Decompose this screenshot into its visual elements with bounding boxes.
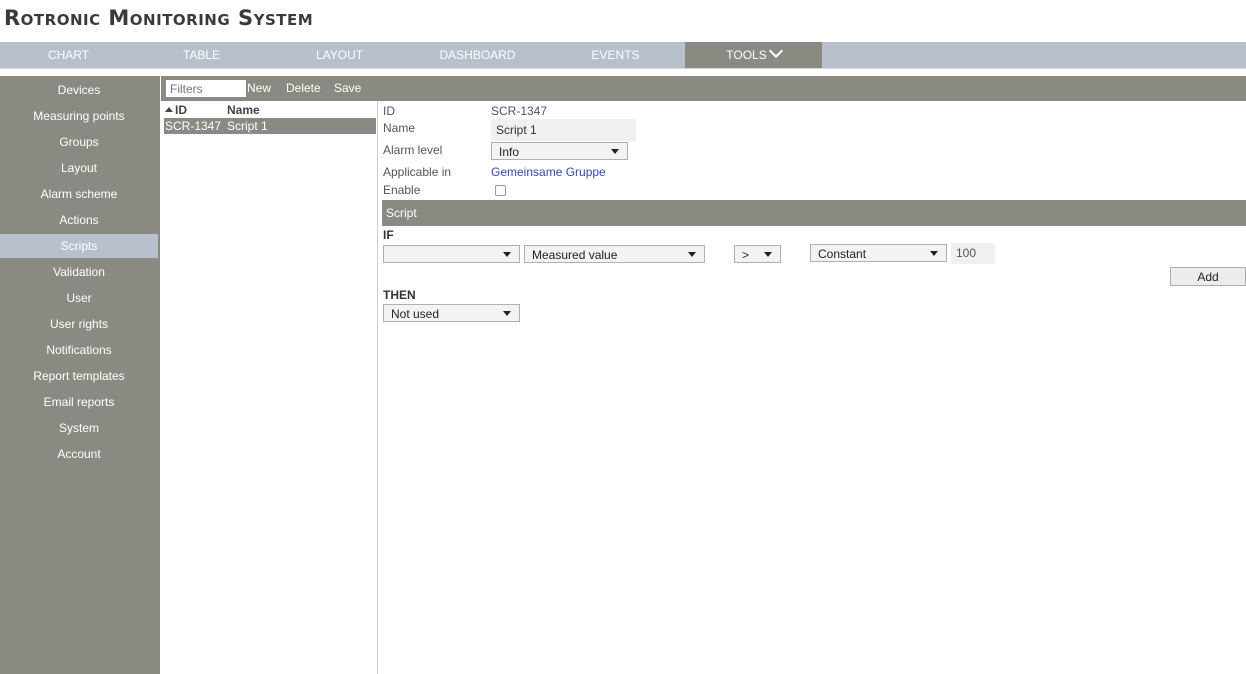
if-compare-type-select[interactable]: Constant: [810, 244, 947, 262]
sidebar-item-report-templates[interactable]: Report templates: [0, 364, 158, 388]
name-field[interactable]: [491, 119, 636, 141]
table-row[interactable]: SCR-1347 Script 1: [164, 118, 376, 134]
column-header-id[interactable]: ID: [175, 103, 187, 117]
sidebar-item-devices[interactable]: Devices: [0, 78, 158, 102]
top-navigation: CHART TABLE LAYOUT DASHBOARD EVENTS TOOL…: [0, 42, 1246, 69]
sidebar-item-validation[interactable]: Validation: [0, 260, 158, 284]
alarm-level-label: Alarm level: [383, 143, 443, 157]
sidebar-item-user[interactable]: User: [0, 286, 158, 310]
sidebar-item-system[interactable]: System: [0, 416, 158, 440]
new-button[interactable]: New: [247, 81, 271, 95]
if-constant-field[interactable]: 100: [951, 243, 995, 264]
id-value: SCR-1347: [491, 104, 548, 118]
then-action-select[interactable]: Not used: [383, 304, 520, 322]
sidebar-item-actions[interactable]: Actions: [0, 208, 158, 232]
dropdown-arrow-icon: [688, 252, 696, 257]
then-action-value: Not used: [391, 307, 440, 321]
enable-checkbox[interactable]: [495, 185, 506, 196]
sidebar-item-measuring-points[interactable]: Measuring points: [0, 104, 158, 128]
tab-layout[interactable]: LAYOUT: [271, 42, 408, 68]
add-condition-button[interactable]: Add: [1170, 267, 1246, 286]
dropdown-arrow-icon: [930, 251, 938, 256]
row-name: Script 1: [227, 119, 268, 133]
sort-ascending-icon[interactable]: [165, 107, 173, 112]
applicable-in-label: Applicable in: [383, 165, 452, 179]
name-label: Name: [383, 121, 416, 135]
column-header-name[interactable]: Name: [227, 103, 260, 117]
sidebar-item-scripts[interactable]: Scripts: [0, 234, 158, 258]
if-measure-select[interactable]: Measured value: [524, 245, 705, 263]
tab-tools-label: TOOLS: [726, 48, 767, 62]
applicable-in-link[interactable]: Gemeinsame Gruppe: [491, 165, 606, 179]
app-title: Rotronic Monitoring System: [4, 6, 314, 30]
dropdown-arrow-icon: [764, 252, 772, 257]
sidebar-item-user-rights[interactable]: User rights: [0, 312, 158, 336]
script-detail-panel: ID SCR-1347 Name Alarm level Info Applic…: [382, 101, 1246, 674]
sidebar-item-notifications[interactable]: Notifications: [0, 338, 158, 362]
filter-input[interactable]: [166, 80, 246, 97]
if-label: IF: [383, 228, 394, 242]
dropdown-arrow-icon: [611, 149, 619, 154]
save-button[interactable]: Save: [334, 81, 361, 95]
if-source-select[interactable]: [383, 245, 520, 263]
sidebar-item-alarm-scheme[interactable]: Alarm scheme: [0, 182, 158, 206]
dropdown-arrow-icon: [503, 311, 511, 316]
tab-chart[interactable]: CHART: [0, 42, 137, 68]
id-label: ID: [383, 104, 395, 118]
chevron-down-icon: [768, 43, 783, 59]
if-compare-type-value: Constant: [818, 247, 867, 261]
tab-dashboard[interactable]: DASHBOARD: [409, 42, 546, 68]
list-toolbar: New Delete Save: [161, 76, 1246, 101]
alarm-level-select[interactable]: Info: [491, 142, 628, 160]
script-section-header: Script: [382, 200, 1246, 226]
list-header: ID Name: [161, 103, 377, 117]
if-operator-select[interactable]: >: [734, 245, 781, 263]
tab-tools[interactable]: TOOLS: [685, 42, 822, 68]
then-label: THEN: [383, 288, 416, 302]
row-id: SCR-1347: [165, 119, 222, 133]
sidebar-item-layout[interactable]: Layout: [0, 156, 158, 180]
dropdown-arrow-icon: [503, 252, 511, 257]
sidebar-item-email-reports[interactable]: Email reports: [0, 390, 158, 414]
if-operator-value: >: [742, 248, 750, 262]
sidebar-item-account[interactable]: Account: [0, 442, 158, 466]
tab-events[interactable]: EVENTS: [547, 42, 684, 68]
enable-label: Enable: [383, 183, 421, 197]
sidebar-item-groups[interactable]: Groups: [0, 130, 158, 154]
delete-button[interactable]: Delete: [286, 81, 321, 95]
if-measure-value: Measured value: [532, 248, 618, 262]
sidebar: Devices Measuring points Groups Layout A…: [0, 76, 160, 674]
alarm-level-value: Info: [499, 145, 520, 159]
script-list: ID Name SCR-1347 Script 1: [161, 101, 378, 674]
tab-table[interactable]: TABLE: [133, 42, 270, 68]
